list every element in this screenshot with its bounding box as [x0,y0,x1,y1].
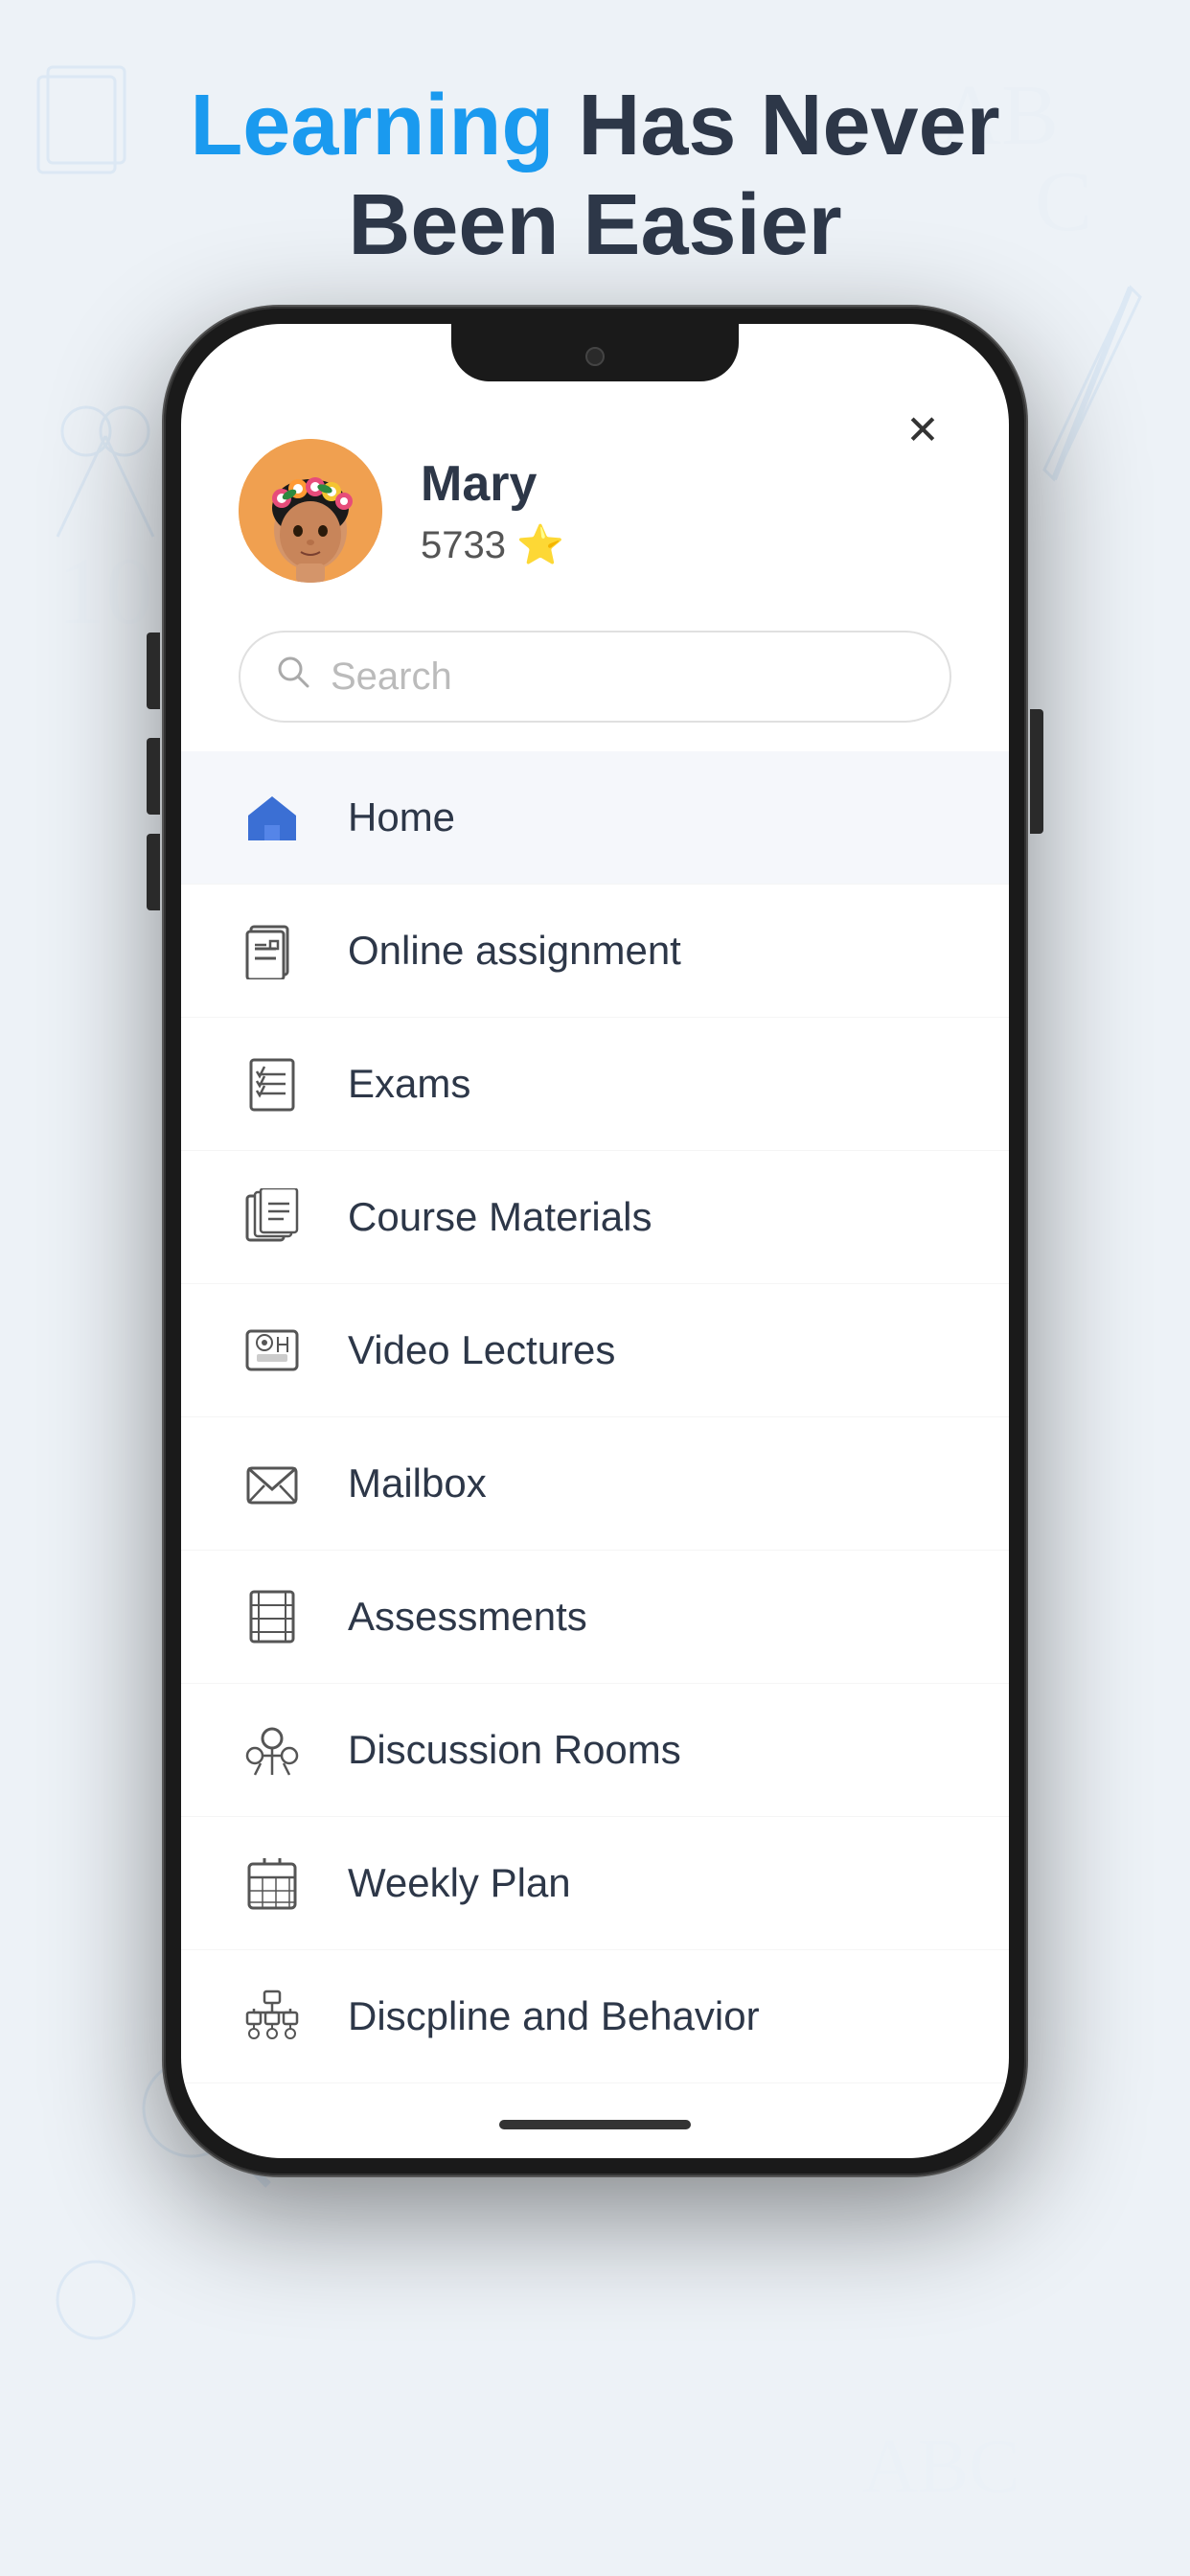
menu-label-discipline-behavior: Discpline and Behavior [348,1993,760,2039]
menu-item-discussion-rooms[interactable]: Discussion Rooms [181,1684,1009,1817]
course-materials-icon [239,1184,306,1251]
menu-label-weekly-plan: Weekly Plan [348,1860,571,1906]
profile-name: Mary [421,455,564,513]
header-blue-word: Learning [190,78,554,173]
menu-item-home[interactable]: Home [181,751,1009,885]
video-lectures-icon [239,1317,306,1384]
menu-label-video-lectures: Video Lectures [348,1327,615,1373]
menu-label-home: Home [348,794,455,840]
profile-points: 5733 ⭐ [421,522,564,567]
menu-item-discipline-behavior[interactable]: Discpline and Behavior [181,1950,1009,2083]
assessments-icon [239,1583,306,1650]
svg-text:10: 10 [57,538,153,644]
search-placeholder: Search [331,656,452,699]
header-line2: Been Easier [348,177,841,273]
close-button[interactable]: ✕ [894,401,951,458]
mailbox-icon [239,1450,306,1517]
camera [585,347,605,366]
menu-item-assessments[interactable]: Assessments [181,1551,1009,1684]
discipline-behavior-icon [239,1983,306,2050]
menu-label-course-materials: Course Materials [348,1194,652,1240]
weekly-plan-icon [239,1850,306,1917]
menu-label-discussion-rooms: Discussion Rooms [348,1727,681,1773]
menu-list: Home [181,751,1009,2101]
phone-notch [451,324,739,381]
menu-label-assessments: Assessments [348,1594,587,1640]
menu-label-exams: Exams [348,1061,470,1107]
menu-item-course-materials[interactable]: Course Materials [181,1151,1009,1284]
phone-mockup: ✕ [164,307,1026,2175]
home-icon [239,784,306,851]
phone-screen: ✕ [181,324,1009,2158]
header-line1-rest: Has Never [554,78,999,173]
profile-info: Mary 5733 ⭐ [421,455,564,567]
home-indicator [499,2120,691,2129]
profile-section: Mary 5733 ⭐ [181,391,1009,611]
phone-frame: ✕ [164,307,1026,2175]
avatar [239,439,382,583]
search-icon [275,654,311,700]
menu-label-mailbox: Mailbox [348,1460,487,1506]
search-bar[interactable]: Search [239,631,951,723]
app-header: Learning Has Never Been Easier [0,77,1190,275]
menu-item-exams[interactable]: Exams [181,1018,1009,1151]
menu-item-weekly-plan[interactable]: Weekly Plan [181,1817,1009,1950]
menu-item-online-assignment[interactable]: Online assignment [181,885,1009,1018]
svg-text:ABC: ABC [862,2425,1020,2509]
menu-item-mailbox[interactable]: Mailbox [181,1417,1009,1551]
menu-item-video-lectures[interactable]: Video Lectures [181,1284,1009,1417]
menu-label-online-assignment: Online assignment [348,928,681,974]
online-assignment-icon [239,917,306,984]
exams-icon [239,1050,306,1117]
screen-content: ✕ [181,324,1009,2158]
discussion-rooms-icon [239,1716,306,1783]
